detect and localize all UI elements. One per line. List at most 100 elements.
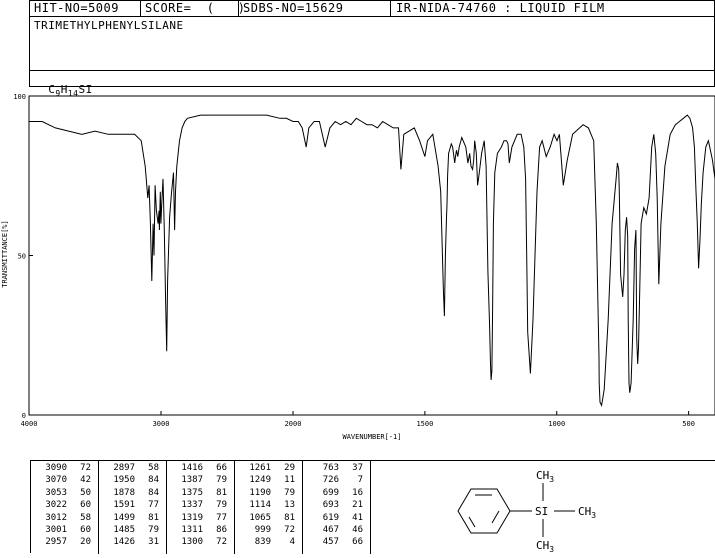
plot-frame [28, 95, 715, 416]
peak-wavenumber: 1249 [249, 475, 271, 486]
peak-row: 1485 79 [99, 524, 166, 536]
peak-transmittance: 21 [352, 500, 363, 511]
peak-row: 1249 11 [235, 474, 302, 486]
peak-wavenumber: 699 [322, 487, 339, 498]
peak-row: 1300 72 [167, 536, 234, 548]
peak-wavenumber: 2897 [113, 463, 135, 473]
peak-table: 3090 72 3070 42 3053 50 3022 60 3012 58 3001 60 2957… [30, 460, 371, 554]
x-tick-label: 4000 [21, 420, 38, 428]
peak-wavenumber: 1591 [113, 500, 135, 511]
peak-transmittance: 29 [284, 463, 295, 473]
peak-row: 1387 79 [167, 474, 234, 486]
peak-row: 1499 81 [99, 512, 166, 524]
peak-transmittance: 41 [352, 512, 363, 523]
peak-row: 3022 60 [31, 499, 98, 511]
peak-wavenumber: 3090 [45, 463, 67, 473]
peak-transmittance: 79 [148, 525, 159, 536]
peak-row: 839 4 [235, 536, 302, 548]
peak-transmittance: 72 [216, 537, 227, 548]
score: SCORE= ( ) [145, 1, 246, 15]
ch3-right-text: CH [578, 505, 591, 518]
peak-row: 1319 77 [167, 512, 234, 524]
x-axis-label: WAVENUMBER[-1] [342, 433, 401, 441]
peak-wavenumber: 1065 [249, 512, 271, 523]
peak-wavenumber: 839 [254, 537, 271, 548]
peak-row: 763 37 [303, 462, 370, 474]
spectrum-line [29, 114, 715, 408]
peak-wavenumber: 1261 [249, 463, 271, 473]
ch3-bottom-label: CH3 [536, 539, 554, 554]
peak-wavenumber: 457 [322, 537, 339, 548]
peak-row: 1426 31 [99, 536, 166, 548]
y-tick-label: 0 [22, 412, 26, 420]
peak-row: 1950 84 [99, 474, 166, 486]
peak-wavenumber: 1337 [181, 500, 203, 511]
peak-wavenumber: 1311 [181, 525, 203, 536]
peak-wavenumber: 1950 [113, 475, 135, 486]
peak-wavenumber: 693 [322, 500, 339, 511]
ir-spectrum-chart: 4000 3000 2000 1500 1000 500 0 50 100 WAVENUMBER… [1, 93, 715, 441]
peak-column: 2897 58 1950 84 1878 84 1591 77 1499 81 1485 79 1426… [99, 461, 167, 554]
peak-row: 1591 77 [99, 499, 166, 511]
peak-row: 1416 66 [167, 462, 234, 474]
peak-row: 1261 29 [235, 462, 302, 474]
peak-wavenumber: 3022 [45, 500, 67, 511]
peak-transmittance: 81 [148, 512, 159, 523]
compound-name: TRIMETHYLPHENYLSILANE [34, 19, 184, 32]
peak-row: 1114 13 [235, 499, 302, 511]
peak-row: 3070 42 [31, 474, 98, 486]
peak-row: 1065 81 [235, 512, 302, 524]
peak-transmittance: 77 [148, 500, 159, 511]
peak-transmittance: 72 [80, 463, 91, 473]
peak-row: 1878 84 [99, 487, 166, 499]
peak-wavenumber: 1114 [249, 500, 271, 511]
peak-wavenumber: 1300 [181, 537, 203, 548]
peak-wavenumber: 3012 [45, 512, 67, 523]
peak-row: 2957 20 [31, 536, 98, 548]
peak-transmittance: 84 [148, 487, 159, 498]
peak-wavenumber: 1375 [181, 487, 203, 498]
peak-wavenumber: 619 [322, 512, 339, 523]
peak-row: 3053 50 [31, 487, 98, 499]
peak-transmittance: 4 [289, 537, 295, 548]
peak-column: 1261 29 1249 11 1190 79 1114 13 1065 81 999 72 839 4 [235, 461, 303, 554]
peak-transmittance: 58 [148, 463, 159, 473]
peak-row: 726 7 [303, 474, 370, 486]
peak-wavenumber: 3053 [45, 487, 67, 498]
peak-row: 3001 60 [31, 524, 98, 536]
peak-column: 3090 72 3070 42 3053 50 3022 60 3012 58 3001 60 2957… [31, 461, 99, 554]
peak-transmittance: 60 [80, 500, 91, 511]
peak-row: 999 72 [235, 524, 302, 536]
peak-transmittance: 13 [284, 500, 295, 511]
axis-ticks: 4000 3000 2000 1500 1000 500 0 50 100 [13, 93, 695, 428]
peak-wavenumber: 1190 [249, 487, 271, 498]
peak-wavenumber: 1485 [113, 525, 135, 536]
peak-wavenumber: 763 [322, 463, 339, 473]
peak-transmittance: 72 [284, 525, 295, 536]
peak-wavenumber: 467 [322, 525, 339, 536]
y-axis-label: TRANSMITTANCE[%] [1, 220, 9, 287]
peak-transmittance: 11 [284, 475, 295, 486]
peak-transmittance: 20 [80, 537, 91, 548]
ch3-top-text: CH [536, 469, 549, 482]
peak-wavenumber: 3070 [45, 475, 67, 486]
peak-transmittance: 79 [216, 500, 227, 511]
sdbs-no: SDBS-NO=15629 [243, 1, 344, 15]
ch3-top-label: CH3 [536, 469, 554, 484]
peak-transmittance: 81 [216, 487, 227, 498]
peak-row: 3090 72 [31, 462, 98, 474]
ch3-bottom-text: CH [536, 539, 549, 552]
peak-row: 1311 86 [167, 524, 234, 536]
peak-row: 699 16 [303, 487, 370, 499]
peak-wavenumber: 1499 [113, 512, 135, 523]
peak-transmittance: 79 [284, 487, 295, 498]
peak-transmittance: 60 [80, 525, 91, 536]
peak-transmittance: 58 [80, 512, 91, 523]
peak-wavenumber: 1426 [113, 537, 135, 548]
peak-transmittance: 16 [352, 487, 363, 498]
peak-transmittance: 79 [216, 475, 227, 486]
formula-box [29, 70, 715, 87]
peak-wavenumber: 1878 [113, 487, 135, 498]
x-tick-label: 3000 [153, 420, 170, 428]
peak-transmittance: 81 [284, 512, 295, 523]
